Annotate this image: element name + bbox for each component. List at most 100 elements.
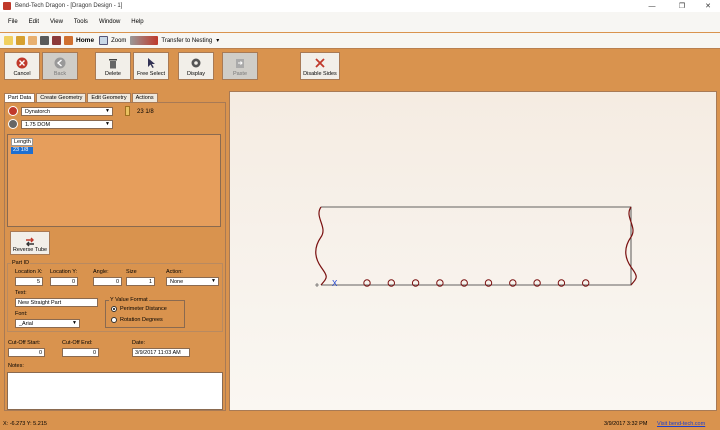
display-button[interactable]: Display [178, 52, 214, 80]
y-format-group [105, 300, 185, 328]
date-label: Date: [132, 340, 146, 346]
location-x-input[interactable]: 5 [15, 277, 43, 286]
location-y-label: Location Y: [50, 269, 78, 275]
size-label: Size [126, 269, 137, 275]
reverse-tube-label: Reverse Tube [12, 247, 48, 253]
action-value: None [170, 278, 184, 285]
tube-length-icon [125, 106, 130, 116]
menu-view[interactable]: View [50, 19, 63, 25]
minimize-button[interactable]: — [640, 0, 664, 12]
y-format-label: Y Value Format [109, 297, 149, 303]
angle-label: Angle: [93, 269, 109, 275]
location-y-input[interactable]: 0 [50, 277, 78, 286]
cutoff-start-label: Cut-Off Start: [8, 340, 41, 346]
status-datetime: 3/9/2017 3:32 PM [604, 421, 648, 427]
cursor-icon [145, 57, 157, 69]
machine-icon [8, 106, 18, 116]
reverse-arrows-icon [26, 237, 34, 247]
transfer-dropdown-icon[interactable]: ▾ [216, 37, 219, 44]
cutoff-start-input[interactable]: 0 [8, 348, 45, 357]
origin-marker [315, 283, 319, 287]
chevron-down-icon: ▼ [105, 108, 110, 114]
font-select[interactable]: _Arial ▼ [15, 319, 80, 328]
paste-button[interactable]: Paste [222, 52, 258, 80]
close-button[interactable]: ✕ [696, 0, 720, 12]
disable-sides-button[interactable]: Disable Sides [300, 52, 340, 80]
part-data-panel: Dynatorch ▼ 1.75 DOM ▼ 23 1/8 Length 23 1/… [4, 102, 226, 411]
delete-button[interactable]: Delete [95, 52, 131, 80]
tube-select[interactable]: 1.75 DOM ▼ [21, 120, 113, 129]
perimeter-distance-label[interactable]: Perimeter Distance [120, 306, 167, 312]
action-select[interactable]: None ▼ [166, 277, 219, 286]
part-id-group-label: Part ID [11, 260, 31, 266]
trash-icon [107, 57, 119, 69]
length-column-header[interactable]: Length [11, 138, 33, 146]
gear-icon [190, 57, 202, 69]
app-icon [3, 2, 11, 10]
notes-label: Notes: [8, 363, 24, 369]
zoom-button[interactable]: Zoom [111, 38, 126, 44]
transfer-to-nesting-button[interactable]: Transfer to Nesting [161, 38, 212, 44]
transfer-icon[interactable] [130, 36, 159, 45]
free-select-button[interactable]: Free Select [133, 52, 169, 80]
chevron-down-icon: ▼ [72, 320, 77, 326]
home-button[interactable]: Home [76, 37, 94, 44]
part-text-input[interactable]: New Straight Part [15, 298, 98, 307]
action-label: Action: [166, 269, 183, 275]
notes-textarea[interactable] [7, 372, 223, 410]
zoom-icon[interactable] [99, 36, 109, 45]
font-value: _Arial [19, 320, 34, 327]
disable-x-icon [314, 57, 326, 69]
back-icon [54, 57, 66, 69]
chevron-down-icon: ▼ [105, 121, 110, 127]
free-select-label: Free Select [136, 71, 166, 77]
panel-tabs: Part Data Create Geometry Edit Geometry … [4, 93, 159, 102]
menu-file[interactable]: File [8, 19, 18, 25]
cutoff-end-input[interactable]: 0 [62, 348, 99, 357]
save-icon[interactable] [28, 36, 37, 45]
reverse-tube-button[interactable]: Reverse Tube [10, 231, 50, 255]
cancel-button[interactable]: Cancel [4, 52, 40, 80]
cancel-label: Cancel [13, 71, 31, 77]
paste-label: Paste [232, 71, 248, 77]
tab-part-data[interactable]: Part Data [4, 93, 36, 102]
text-label: Text: [15, 290, 27, 296]
tab-create-geometry[interactable]: Create Geometry [36, 93, 87, 102]
tube-icon [8, 119, 18, 129]
rotation-degrees-label[interactable]: Rotation Degrees [120, 317, 163, 323]
window-title: Bend-Tech Dragon - [Dragon Design - 1] [15, 3, 123, 9]
menu-window[interactable]: Window [99, 19, 120, 25]
machine-select[interactable]: Dynatorch ▼ [21, 107, 113, 116]
date-input[interactable]: 3/9/2017 11:03 AM [132, 348, 190, 357]
menu-bar: File Edit View Tools Window Help [0, 12, 720, 32]
font-label: Font: [15, 311, 28, 317]
size-input[interactable]: 1 [126, 277, 155, 286]
list-item[interactable]: 23 1/8 [11, 147, 33, 154]
start-marker: X [332, 279, 338, 288]
drawing-canvas[interactable]: X [229, 91, 717, 411]
print-icon[interactable] [40, 36, 49, 45]
website-link[interactable]: Visit bend-tech.com [657, 421, 705, 427]
machine-value: Dynatorch [25, 108, 51, 115]
main-toolbar: Cancel Back Delete Free Select Display P… [0, 50, 720, 88]
tab-edit-geometry[interactable]: Edit Geometry [87, 93, 131, 102]
title-bar: Bend-Tech Dragon - [Dragon Design - 1] —… [0, 0, 720, 12]
rotation-degrees-radio[interactable] [111, 317, 117, 323]
open-folder-icon[interactable] [16, 36, 25, 45]
home-icon[interactable] [64, 36, 73, 45]
delete-label: Delete [105, 71, 121, 77]
quick-access-bar: Home Zoom Transfer to Nesting ▾ [0, 33, 720, 49]
restore-button[interactable]: ❐ [670, 0, 694, 12]
perimeter-distance-radio[interactable] [111, 306, 117, 312]
location-x-label: Location X: [15, 269, 43, 275]
new-file-icon[interactable] [4, 36, 13, 45]
menu-tools[interactable]: Tools [74, 19, 88, 25]
close-document-icon[interactable] [52, 36, 61, 45]
angle-input[interactable]: 0 [93, 277, 122, 286]
length-list[interactable]: Length 23 1/8 [7, 134, 221, 227]
menu-edit[interactable]: Edit [29, 19, 39, 25]
tab-actions[interactable]: Actions [131, 93, 158, 102]
menu-help[interactable]: Help [131, 19, 143, 25]
back-label: Back [53, 71, 67, 77]
back-button[interactable]: Back [42, 52, 78, 80]
